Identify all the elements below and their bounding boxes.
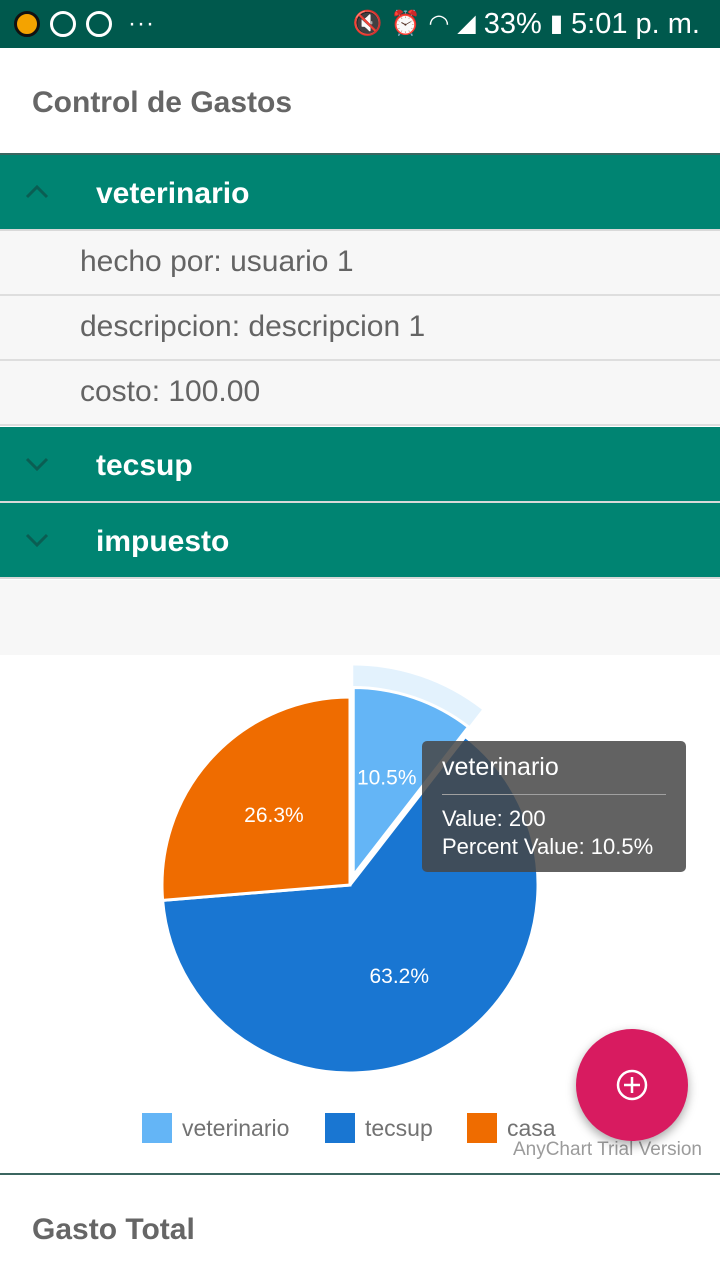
legend-swatch bbox=[142, 1113, 172, 1143]
detail-row-description: descripcion: descripcion 1 bbox=[0, 296, 720, 361]
detail-text: hecho por: usuario 1 bbox=[80, 245, 354, 278]
pie-slice-label: 63.2% bbox=[369, 965, 429, 988]
add-circle-icon bbox=[616, 1069, 648, 1101]
status-time: 5:01 p. m. bbox=[571, 7, 700, 40]
accordion-header-impuesto[interactable]: impuesto bbox=[0, 503, 720, 579]
detail-text: descripcion: descripcion 1 bbox=[80, 310, 426, 343]
chart-tooltip: veterinario Value: 200 Percent Value: 10… bbox=[422, 741, 686, 872]
legend-label: casa bbox=[507, 1114, 556, 1141]
mute-icon: 🔇 bbox=[352, 10, 383, 37]
accordion-title: impuesto bbox=[96, 525, 230, 558]
status-bar-left: ··· bbox=[14, 9, 155, 39]
accordion-title: tecsup bbox=[96, 449, 193, 482]
pie-slice-label: 10.5% bbox=[357, 767, 417, 790]
accordion-header-veterinario[interactable]: veterinario bbox=[0, 155, 720, 231]
total-title: Gasto Total bbox=[32, 1213, 195, 1246]
detail-row-author: hecho por: usuario 1 bbox=[0, 231, 720, 296]
content-spacer bbox=[0, 580, 720, 655]
alarm-icon: ⏰ bbox=[390, 10, 421, 37]
pie-slice-casa[interactable] bbox=[160, 695, 352, 902]
legend-swatch bbox=[467, 1113, 497, 1143]
tooltip-separator bbox=[442, 794, 666, 795]
chevron-up-icon bbox=[25, 184, 49, 199]
battery-icon: ▮ bbox=[549, 10, 564, 37]
tooltip-value: Value: 200 bbox=[442, 806, 546, 831]
chevron-down-icon bbox=[25, 457, 49, 472]
whatsapp-icon bbox=[14, 11, 40, 37]
chart-credits[interactable]: AnyChart Trial Version bbox=[513, 1139, 702, 1161]
legend-item-tecsup[interactable]: tecsup bbox=[325, 1111, 433, 1145]
legend-label: tecsup bbox=[365, 1114, 433, 1141]
total-section: Gasto Total bbox=[0, 1173, 720, 1282]
detail-row-cost: costo: 100.00 bbox=[0, 361, 720, 426]
legend-swatch bbox=[325, 1113, 355, 1143]
add-expense-button[interactable] bbox=[576, 1029, 688, 1141]
tooltip-title: veterinario bbox=[442, 753, 559, 781]
legend-label: veterinario bbox=[182, 1114, 290, 1141]
detail-text: costo: 100.00 bbox=[80, 375, 261, 408]
status-bar-right: 🔇 ⏰ ◠ ◢ 33% ▮ 5:01 p. m. bbox=[353, 7, 700, 41]
status-overflow: ··· bbox=[128, 10, 155, 37]
page-title: Control de Gastos bbox=[32, 86, 293, 119]
tooltip-percent: Percent Value: 10.5% bbox=[442, 834, 654, 859]
legend-item-veterinario[interactable]: veterinario bbox=[142, 1111, 289, 1145]
chevron-down-icon bbox=[25, 533, 49, 548]
app-header: Control de Gastos bbox=[0, 48, 720, 155]
accordion-header-tecsup[interactable]: tecsup bbox=[0, 427, 720, 503]
status-bar: ··· 🔇 ⏰ ◠ ◢ 33% ▮ 5:01 p. m. bbox=[0, 0, 720, 48]
signal-icon: ◢ bbox=[457, 10, 476, 37]
messenger-icon bbox=[86, 11, 112, 37]
wifi-icon: ◠ bbox=[428, 10, 450, 37]
pie-slice-label: 26.3% bbox=[244, 804, 304, 827]
battery-percent: 33% bbox=[483, 7, 542, 40]
sync-icon bbox=[50, 11, 76, 37]
accordion-title: veterinario bbox=[96, 177, 250, 210]
